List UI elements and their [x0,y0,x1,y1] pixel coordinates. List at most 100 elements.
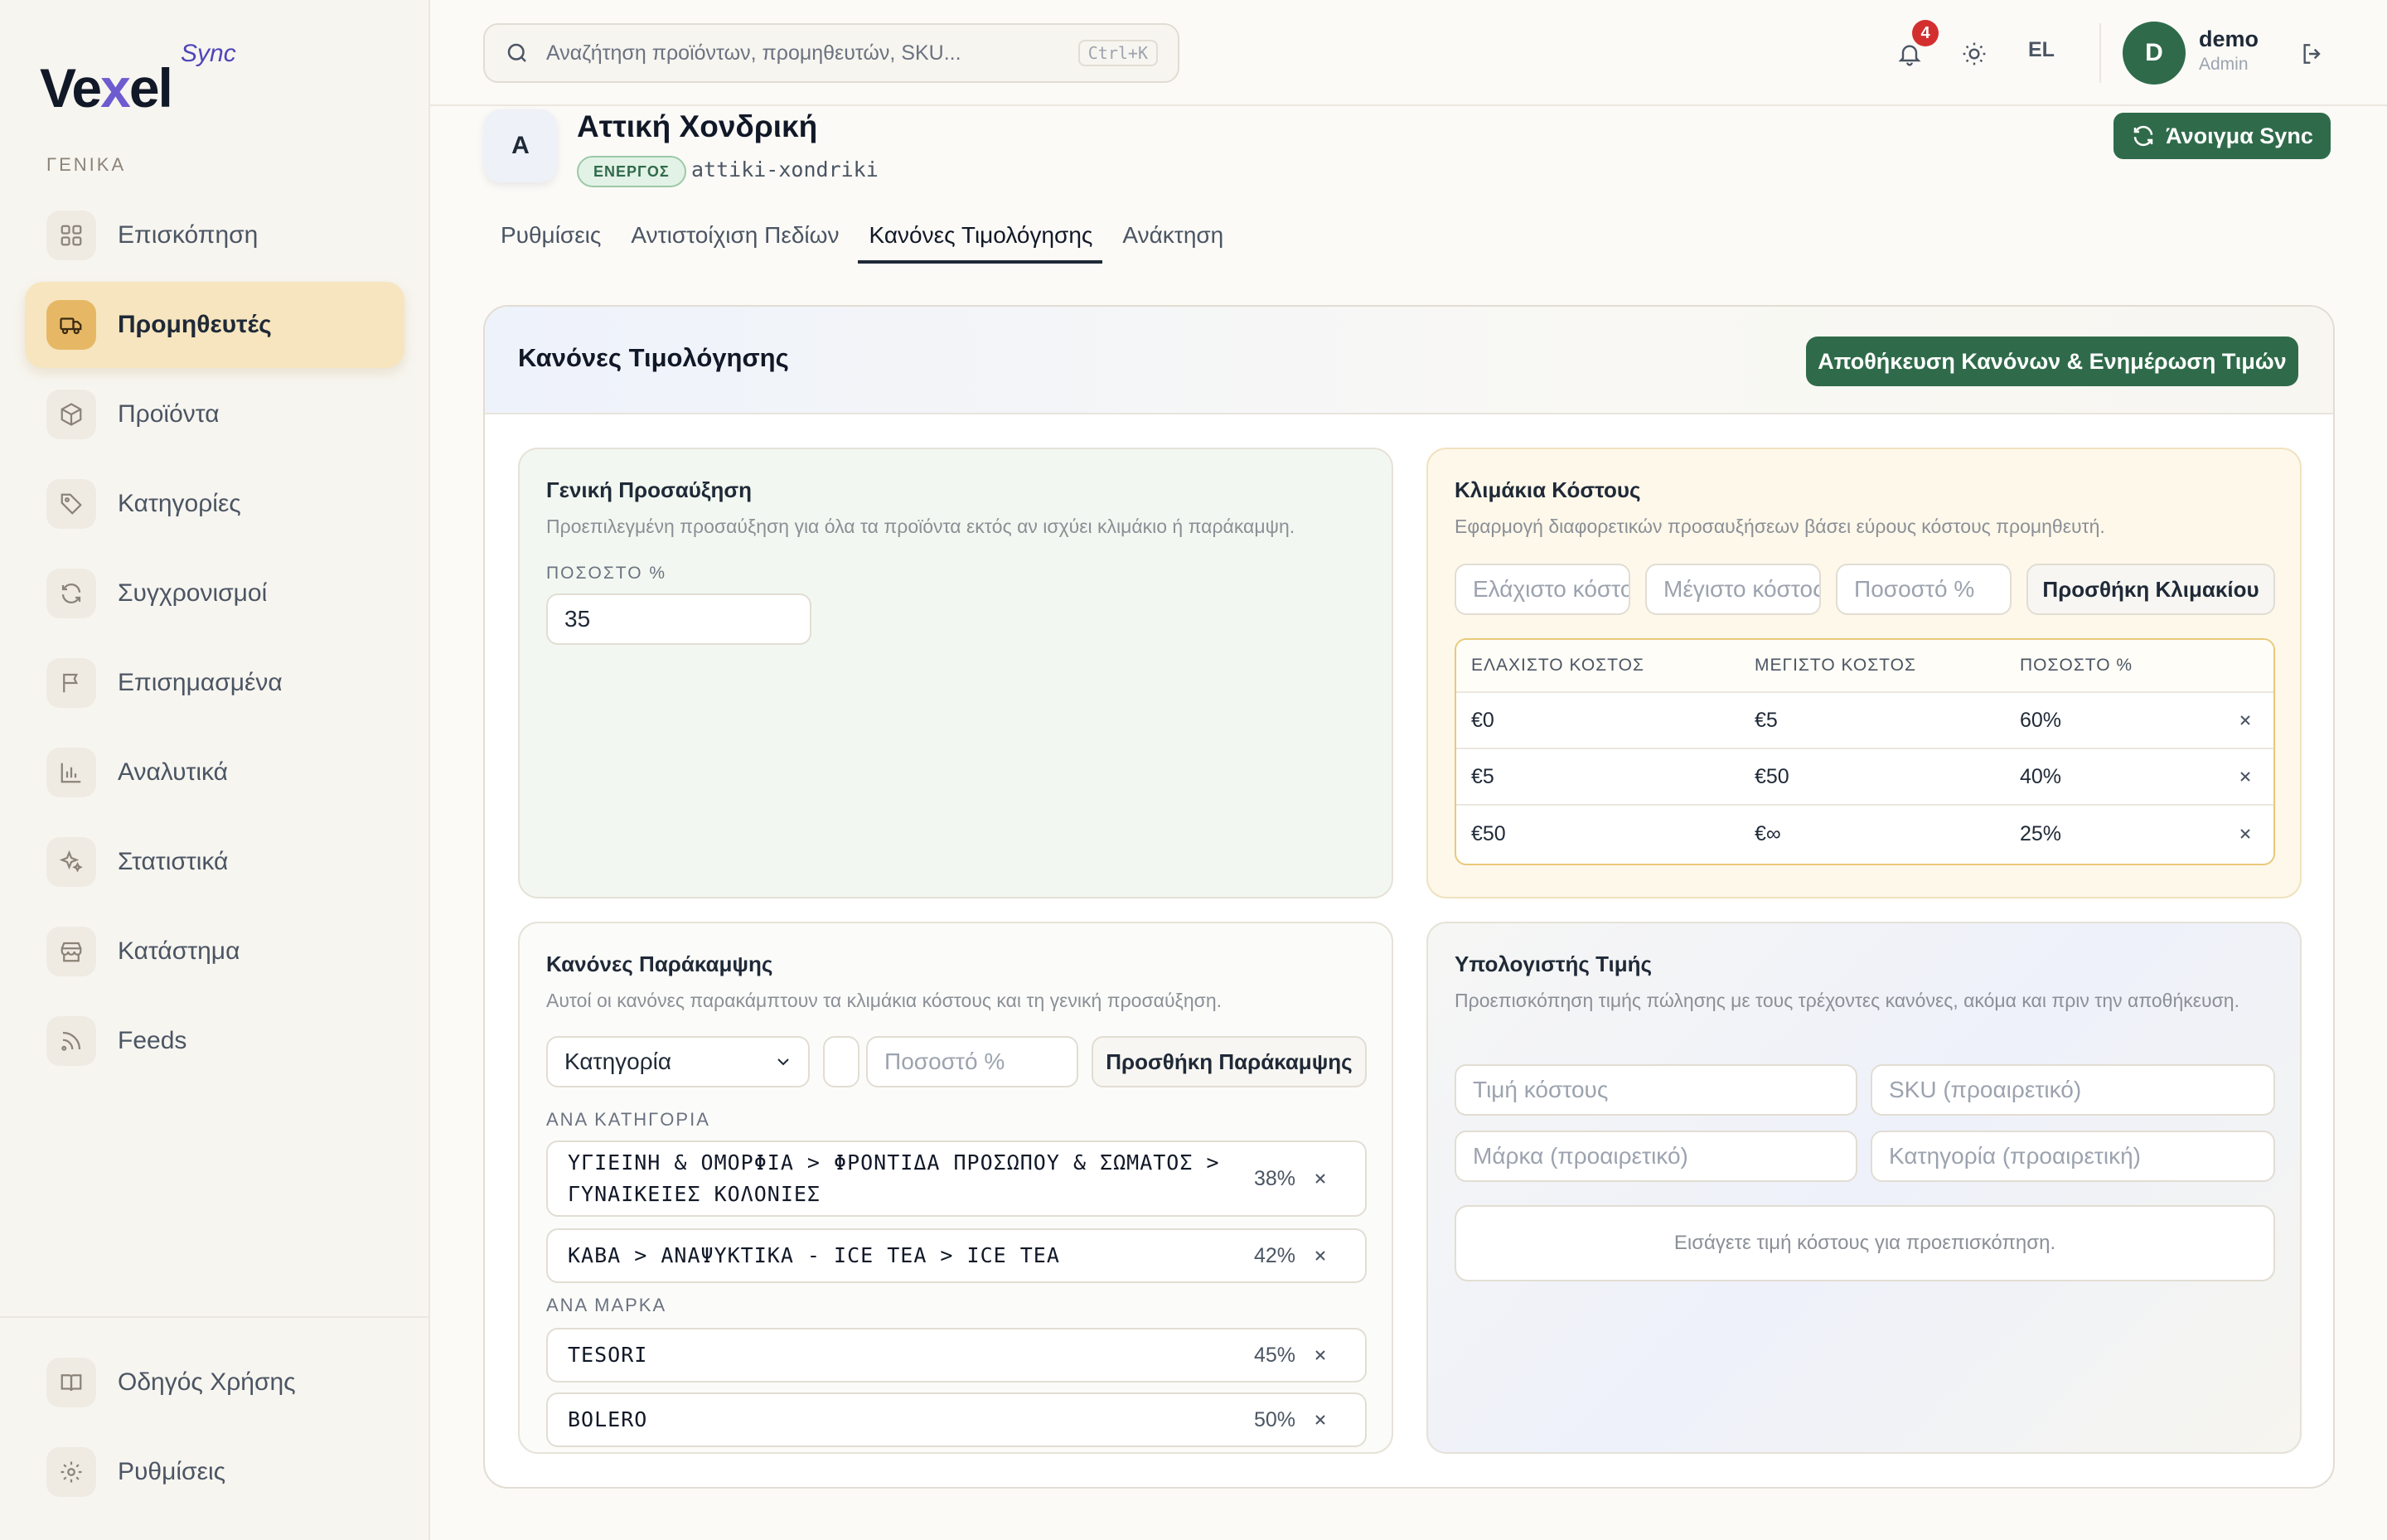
override-name: TESORI [568,1343,648,1367]
sidebar-item-products[interactable]: Προϊόντα [25,371,404,458]
open-sync-label: Άνοιγμα Sync [2166,123,2313,148]
override-percent-input[interactable]: Ποσοστό % [866,1036,1078,1087]
sidebar-item-label: Ρυθμίσεις [118,1458,226,1485]
search-input[interactable]: Αναζήτηση προϊόντων, προμηθευτών, SKU...… [483,23,1179,83]
sidebar-item-label: Προμηθευτές [118,311,272,338]
override-name: BOLERO [568,1407,648,1431]
tab-pricing-rules[interactable]: Κανόνες Τιμολόγησης [857,222,1103,264]
brand-input[interactable]: Μάρκα (προαιρετικό) [1455,1131,1857,1182]
tab-field-mapping[interactable]: Αντιστοίχιση Πεδίων [631,222,839,264]
sidebar-section-label: ΓΕΝΙΚΑ [46,154,127,175]
close-icon[interactable] [1295,1247,1345,1264]
store-icon [46,927,96,976]
logo-sync-label: Sync [181,40,236,67]
supplier-tabs: Ρυθμίσεις Αντιστοίχιση Πεδίων Κανόνες Τι… [501,222,1223,264]
save-rules-button[interactable]: Αποθήκευση Κανόνων & Ενημέρωση Τιμών [1806,337,2298,386]
add-tier-button[interactable]: Προσθήκη Κλιμακίου [2026,564,2275,615]
table-row: €5 €50 40% [1456,749,2273,806]
app-logo[interactable]: Vexel Sync [40,40,288,123]
panel-title: Κανόνες Παράκαμψης [546,952,773,976]
card-title: Κανόνες Τιμολόγησης [518,343,789,372]
tier-max: €∞ [1755,821,1781,845]
notifications-badge: 4 [1912,20,1939,46]
override-type-select[interactable]: Κατηγορία [546,1036,810,1087]
user-avatar[interactable]: D [2123,22,2186,85]
sidebar-item-feeds[interactable]: Feeds [25,998,404,1084]
tab-settings[interactable]: Ρυθμίσεις [501,222,601,264]
select-value: Κατηγορία [564,1048,672,1074]
table-header: ΕΛΑΧΙΣΤΟ ΚΟΣΤΟΣ ΜΕΓΙΣΤΟ ΚΟΣΤΟΣ ΠΟΣΟΣΤΟ % [1456,640,2273,693]
tab-retrieval[interactable]: Ανάκτηση [1122,222,1223,264]
sidebar-item-label: Επισημασμένα [118,669,283,696]
cost-tiers-panel: Κλιμάκια Κόστους Εφαρμογή διαφορετικών π… [1426,448,2302,898]
user-name: demo [2199,27,2259,51]
tier-max: €50 [1755,764,1789,788]
panel-title: Κλιμάκια Κόστους [1455,477,1641,502]
panel-title: Γενική Προσαύξηση [546,477,753,502]
override-name: ΥΓΙΕΙΝΗ & ΟΜΟΡΦΙΑ > ΦΡΟΝΤΙΔΑ ΠΡΟΣΩΠΟΥ & … [568,1150,1220,1206]
topbar-divider [2099,23,2101,83]
sidebar-item-flagged[interactable]: Επισημασμένα [25,640,404,726]
panel-description: Προεπισκόπηση τιμής πώλησης με τους τρέχ… [1455,990,2239,1011]
category-input[interactable]: Κατηγορία (προαιρετική) [1871,1131,2275,1182]
refresh-icon [2131,123,2156,148]
sidebar-item-label: Στατιστικά [118,848,229,875]
theme-toggle-button[interactable] [1954,33,1995,75]
tier-min: €0 [1471,708,1494,732]
tier-max-cost-input[interactable]: Μέγιστο κόστος [1645,564,1821,615]
brand-group-label: ΑΝΑ ΜΑΡΚΑ [546,1295,667,1315]
list-item: TESORI 45% [546,1328,1367,1383]
tier-min-cost-input[interactable]: Ελάχιστο κόστος [1455,564,1630,615]
column-header: ΕΛΑΧΙΣΤΟ ΚΟΣΤΟΣ [1471,656,1644,675]
sidebar-divider [0,1316,430,1318]
sidebar-item-settings[interactable]: Ρυθμίσεις [25,1429,404,1515]
sidebar-item-syncs[interactable]: Συγχρονισμοί [25,550,404,637]
price-calculator-panel: Υπολογιστής Τιμής Προεπισκόπηση τιμής πώ… [1426,922,2302,1454]
sidebar-item-analytics[interactable]: Αναλυτικά [25,729,404,816]
override-target-input[interactable] [823,1036,859,1087]
sidebar-item-label: Επισκόπηση [118,221,259,249]
panel-description: Εφαρμογή διαφορετικών προσαυξήσεων βάσει… [1455,516,2105,537]
supplier-avatar: A [484,109,557,182]
close-icon[interactable] [2220,712,2270,729]
tag-icon [46,479,96,529]
sidebar-item-store[interactable]: Κατάστημα [25,908,404,995]
search-placeholder: Αναζήτηση προϊόντων, προμηθευτών, SKU... [546,41,961,65]
language-switcher[interactable]: EL [2028,38,2055,62]
top-bar: Αναζήτηση προϊόντων, προμηθευτών, SKU...… [430,0,2387,106]
sidebar-item-label: Feeds [118,1027,187,1054]
user-role: Admin [2199,55,2249,74]
close-icon[interactable] [1295,1170,1345,1187]
panel-description: Προεπιλεγμένη προσαύξηση για όλα τα προϊ… [546,516,1295,537]
list-item: BOLERO 50% [546,1392,1367,1447]
sidebar-item-overview[interactable]: Επισκόπηση [25,192,404,278]
sidebar-item-suppliers[interactable]: Προμηθευτές [25,282,404,368]
markup-percent-input[interactable]: 35 [546,593,811,645]
logout-button[interactable] [2292,33,2333,75]
sidebar-item-categories[interactable]: Κατηγορίες [25,461,404,547]
sidebar-item-label: Προϊόντα [118,400,220,428]
close-icon[interactable] [1295,1347,1345,1363]
close-icon[interactable] [1295,1412,1345,1428]
sidebar-item-user-guide[interactable]: Οδηγός Χρήσης [25,1339,404,1426]
bar-chart-icon [46,748,96,797]
chevron-down-icon [773,1052,793,1072]
panel-title: Υπολογιστής Τιμής [1455,952,1653,976]
tier-percent: 25% [2020,821,2062,845]
sidebar-item-statistics[interactable]: Στατιστικά [25,819,404,905]
table-row: €0 €5 60% [1456,693,2273,749]
open-sync-button[interactable]: Άνοιγμα Sync [2113,113,2331,159]
close-icon[interactable] [2220,826,2270,842]
add-override-button[interactable]: Προσθήκη Παράκαμψης [1092,1036,1367,1087]
pricing-rules-card: Κανόνες Τιμολόγησης Αποθήκευση Κανόνων &… [483,305,2335,1489]
rss-icon [46,1016,96,1066]
sidebar-nav: Επισκόπηση Προμηθευτές Προϊόντα Κατηγορί… [25,192,404,1087]
close-icon[interactable] [2220,768,2270,785]
override-percent: 45% [1253,1343,1295,1367]
tier-percent-input[interactable]: Ποσοστό % [1836,564,2012,615]
category-group-label: ΑΝΑ ΚΑΤΗΓΟΡΙΑ [546,1109,710,1130]
supplier-slug: attiki-xondriki [691,157,879,182]
sku-input[interactable]: SKU (προαιρετικό) [1871,1064,2275,1116]
cost-price-input[interactable]: Τιμή κόστους [1455,1064,1857,1116]
logo-wordmark: Vexel [40,57,173,119]
